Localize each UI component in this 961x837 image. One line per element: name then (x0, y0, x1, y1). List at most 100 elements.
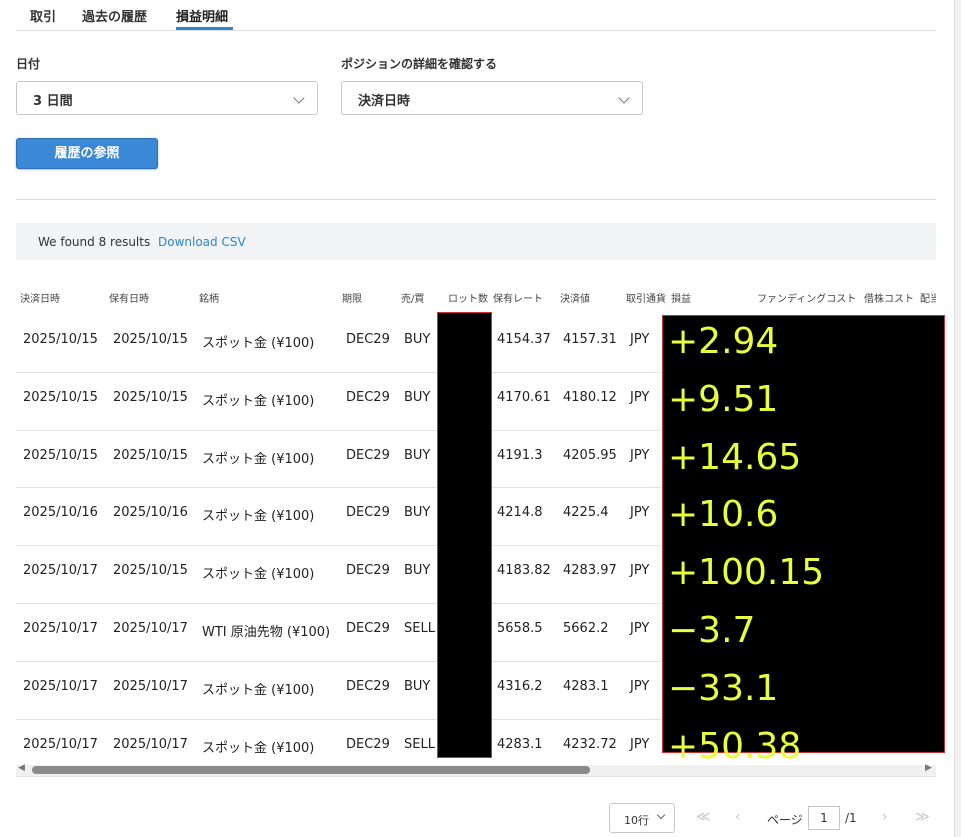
col-header-settle-date[interactable]: 決済日時 (20, 290, 60, 305)
rows-per-page-value: 10行 (624, 814, 649, 827)
cell-open-rate: 4183.82 (497, 563, 551, 578)
tab-history[interactable]: 過去の履歴 (82, 6, 147, 25)
page-label: ページ (767, 813, 803, 827)
cell-open-rate: 4214.8 (497, 505, 543, 520)
cell-pnl: +50.38 (668, 726, 802, 767)
first-page-icon[interactable]: ≪ (696, 809, 711, 825)
vertical-scrollbar[interactable] (954, 0, 961, 837)
position-detail-label: ポジションの詳細を確認する (341, 57, 498, 71)
col-header-side[interactable]: 売/買 (401, 290, 424, 305)
cell-settle-date: 2025/10/17 (23, 679, 98, 694)
cell-open-rate: 4316.2 (497, 679, 543, 694)
cell-settle-date: 2025/10/17 (23, 563, 98, 578)
col-header-currency[interactable]: 取引通貨 (626, 290, 666, 305)
date-select-value: 3 日間 (33, 94, 73, 109)
horizontal-scrollbar-thumb[interactable] (32, 766, 590, 774)
download-csv-link[interactable]: Download CSV (158, 235, 246, 249)
cell-symbol: スポット金 (¥100) (202, 336, 315, 351)
cell-hold-date: 2025/10/15 (113, 448, 188, 463)
cell-symbol: スポット金 (¥100) (202, 509, 315, 524)
cell-symbol: WTI 原油先物 (¥100) (202, 625, 331, 640)
rows-per-page-select[interactable]: 10行 (609, 803, 675, 833)
col-header-funding-cost[interactable]: ファンディングコスト (757, 290, 856, 305)
row-divider (16, 776, 936, 777)
cell-close-price: 4205.95 (563, 448, 617, 463)
cell-currency: JPY (630, 505, 650, 520)
cell-expiry: DEC29 (346, 563, 390, 578)
col-header-symbol[interactable]: 銘柄 (199, 290, 219, 305)
date-label: 日付 (16, 57, 41, 71)
cell-side: BUY (404, 563, 431, 578)
tab-pnl-detail[interactable]: 損益明細 (176, 6, 228, 25)
col-header-pnl[interactable]: 損益 (671, 290, 691, 305)
cell-settle-date: 2025/10/15 (23, 448, 98, 463)
cell-open-rate: 4170.61 (497, 390, 551, 405)
date-select[interactable]: 3 日間 (16, 81, 318, 115)
cell-side: BUY (404, 505, 431, 520)
scroll-right-arrow-icon[interactable]: ▶ (925, 763, 932, 773)
col-header-borrow-cost[interactable]: 借株コスト (864, 290, 914, 305)
cell-settle-date: 2025/10/17 (23, 621, 98, 636)
cell-side: BUY (404, 679, 431, 694)
cell-currency: JPY (630, 448, 650, 463)
cell-expiry: DEC29 (346, 737, 390, 752)
tab-trade[interactable]: 取引 (30, 6, 56, 25)
cell-pnl: +10.6 (668, 494, 779, 535)
cell-pnl: −33.1 (668, 668, 779, 709)
cell-pnl: +100.15 (668, 552, 825, 593)
cell-side: SELL (404, 621, 435, 636)
browse-history-button[interactable]: 履歴の参照 (16, 138, 158, 169)
cell-hold-date: 2025/10/15 (113, 563, 188, 578)
cell-open-rate: 4191.3 (497, 448, 543, 463)
cell-currency: JPY (630, 679, 650, 694)
cell-expiry: DEC29 (346, 621, 390, 636)
position-detail-select[interactable]: 決済日時 (341, 81, 643, 115)
cell-currency: JPY (630, 332, 650, 347)
cell-expiry: DEC29 (346, 448, 390, 463)
cell-symbol: スポット金 (¥100) (202, 683, 315, 698)
cell-expiry: DEC29 (346, 332, 390, 347)
cell-close-price: 4180.12 (563, 390, 617, 405)
cell-side: BUY (404, 448, 431, 463)
cell-close-price: 4225.4 (563, 505, 609, 520)
last-page-icon[interactable]: ≫ (915, 809, 930, 825)
col-header-expiry[interactable]: 期限 (342, 290, 362, 305)
cell-currency: JPY (630, 621, 650, 636)
cell-settle-date: 2025/10/15 (23, 390, 98, 405)
cell-pnl: −3.7 (668, 610, 756, 651)
next-page-icon[interactable]: › (882, 809, 888, 825)
page-number-input[interactable]: 1 (808, 806, 840, 830)
cell-close-price: 4283.97 (563, 563, 617, 578)
results-bar: We found 8 results Download CSV (16, 223, 936, 260)
cell-side: SELL (404, 737, 435, 752)
cell-hold-date: 2025/10/17 (113, 679, 188, 694)
cell-currency: JPY (630, 737, 650, 752)
cell-close-price: 4157.31 (563, 332, 617, 347)
cell-close-price: 4232.72 (563, 737, 617, 752)
cell-symbol: スポット金 (¥100) (202, 452, 315, 467)
chevron-down-icon (618, 92, 630, 104)
cell-settle-date: 2025/10/15 (23, 332, 98, 347)
scroll-left-arrow-icon[interactable]: ◀ (18, 763, 25, 773)
col-header-lots[interactable]: ロット数 (448, 290, 488, 305)
cell-hold-date: 2025/10/15 (113, 332, 188, 347)
col-header-dividend[interactable]: 配当 (920, 290, 936, 305)
prev-page-icon[interactable]: ‹ (735, 809, 741, 825)
cell-expiry: DEC29 (346, 390, 390, 405)
cell-side: BUY (404, 332, 431, 347)
cell-open-rate: 4283.1 (497, 737, 543, 752)
cell-close-price: 5662.2 (563, 621, 609, 636)
cell-expiry: DEC29 (346, 679, 390, 694)
cell-hold-date: 2025/10/15 (113, 390, 188, 405)
cell-symbol: スポット金 (¥100) (202, 741, 315, 756)
col-header-close-price[interactable]: 決済値 (560, 290, 590, 305)
col-header-hold-date[interactable]: 保有日時 (109, 290, 149, 305)
divider (16, 199, 936, 200)
results-count: We found 8 results (38, 235, 151, 249)
cell-symbol: スポット金 (¥100) (202, 394, 315, 409)
cell-hold-date: 2025/10/16 (113, 505, 188, 520)
cell-currency: JPY (630, 563, 650, 578)
active-tab-indicator (176, 27, 233, 30)
col-header-open-rate[interactable]: 保有レート (493, 290, 543, 305)
cell-open-rate: 5658.5 (497, 621, 543, 636)
